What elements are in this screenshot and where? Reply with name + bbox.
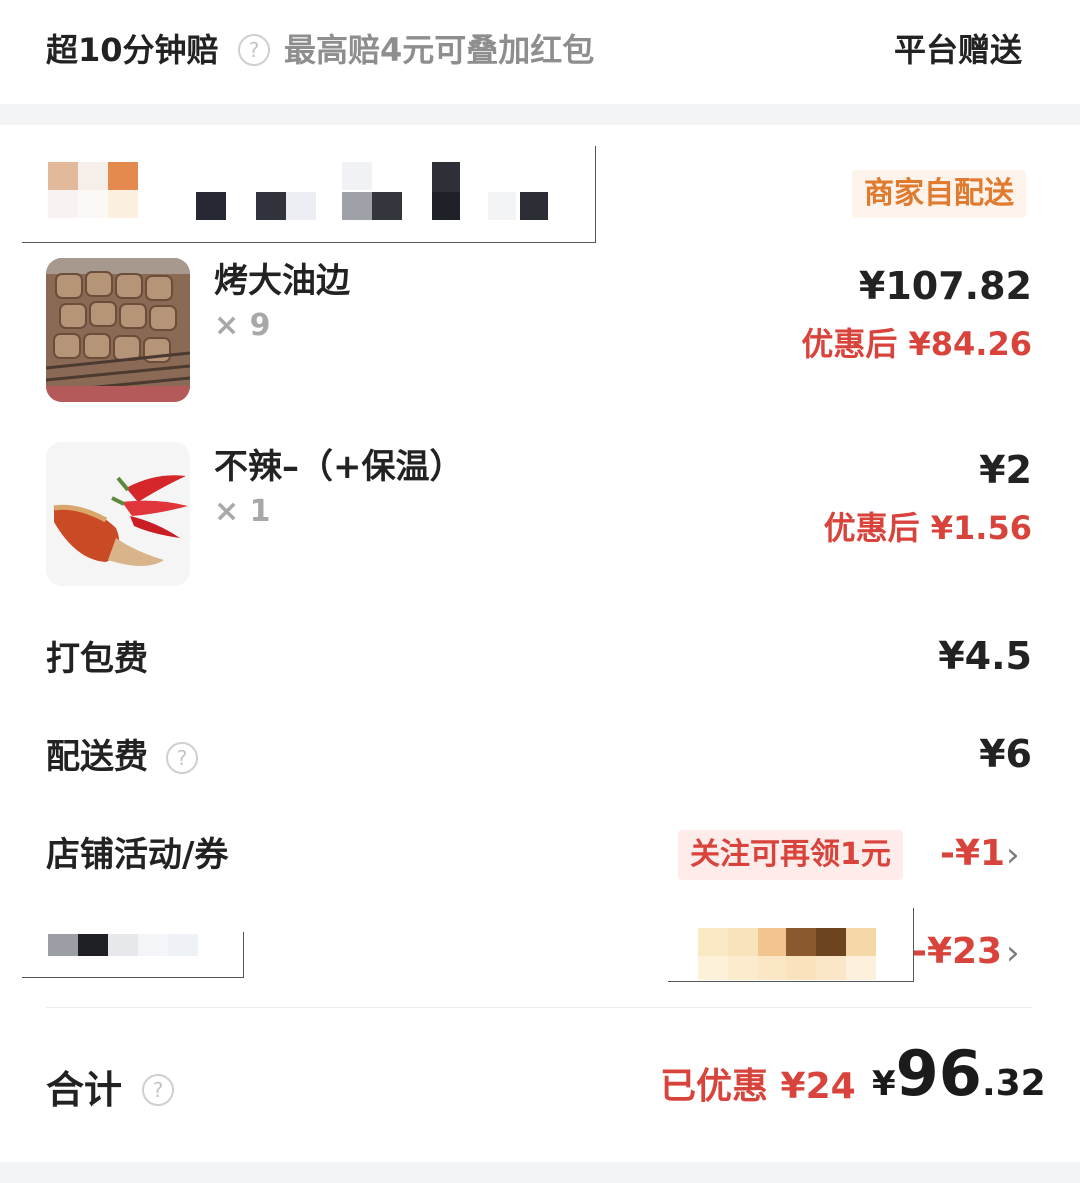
total-label: 合计 bbox=[46, 1068, 123, 1112]
item-discounted-price: 优惠后 ¥1.56 bbox=[823, 509, 1032, 547]
total-divider bbox=[46, 1007, 1032, 1008]
grilled-skewers-photo-icon bbox=[46, 258, 190, 402]
item-name: 烤大油边 bbox=[214, 261, 350, 301]
total-currency: ¥ bbox=[872, 1064, 896, 1104]
delivery-fee-value: ¥6 bbox=[979, 732, 1032, 776]
total-amount-integer: 96 bbox=[895, 1037, 982, 1110]
store-promo-value[interactable]: -¥1 bbox=[940, 830, 1005, 878]
total-help-icon[interactable]: ? bbox=[142, 1074, 174, 1106]
chevron-right-icon[interactable]: › bbox=[1006, 936, 1020, 970]
packing-fee-value: ¥4.5 bbox=[938, 634, 1032, 678]
compensation-help-icon[interactable]: ? bbox=[238, 34, 270, 66]
chili-powder-photo-icon bbox=[46, 442, 190, 586]
store-name-redacted bbox=[22, 146, 596, 243]
compensation-subtitle: 最高赔4元可叠加红包 bbox=[284, 31, 595, 69]
red-packet-label-redacted bbox=[22, 932, 244, 978]
total-amount: ¥96.32 bbox=[872, 1034, 1046, 1130]
delivery-fee-help-icon[interactable]: ? bbox=[166, 742, 198, 774]
item-quantity: × 1 bbox=[214, 494, 271, 529]
total-saved: 已优惠 ¥24 bbox=[660, 1066, 856, 1107]
item-price: ¥2 bbox=[979, 448, 1032, 492]
compensation-right-label: 平台赠送 bbox=[894, 31, 1023, 69]
chevron-right-icon[interactable]: › bbox=[1006, 838, 1020, 872]
red-packet-value[interactable]: -¥23 bbox=[912, 928, 1002, 976]
store-promo-label: 店铺活动/券 bbox=[46, 835, 229, 875]
total-amount-decimal: .32 bbox=[981, 1063, 1046, 1104]
follow-coupon-badge[interactable]: 关注可再领1元 bbox=[678, 830, 903, 880]
item-price: ¥107.82 bbox=[858, 264, 1032, 308]
compensation-title: 超10分钟赔 bbox=[46, 31, 219, 69]
red-packet-badge-redacted bbox=[668, 908, 914, 982]
item-quantity: × 9 bbox=[214, 308, 271, 343]
delivery-type-badge: 商家自配送 bbox=[852, 170, 1026, 218]
item-discounted-price: 优惠后 ¥84.26 bbox=[801, 325, 1032, 363]
packing-fee-label: 打包费 bbox=[46, 639, 148, 679]
item-name: 不辣–（+保温） bbox=[214, 447, 464, 487]
delivery-fee-label: 配送费 bbox=[46, 737, 148, 777]
